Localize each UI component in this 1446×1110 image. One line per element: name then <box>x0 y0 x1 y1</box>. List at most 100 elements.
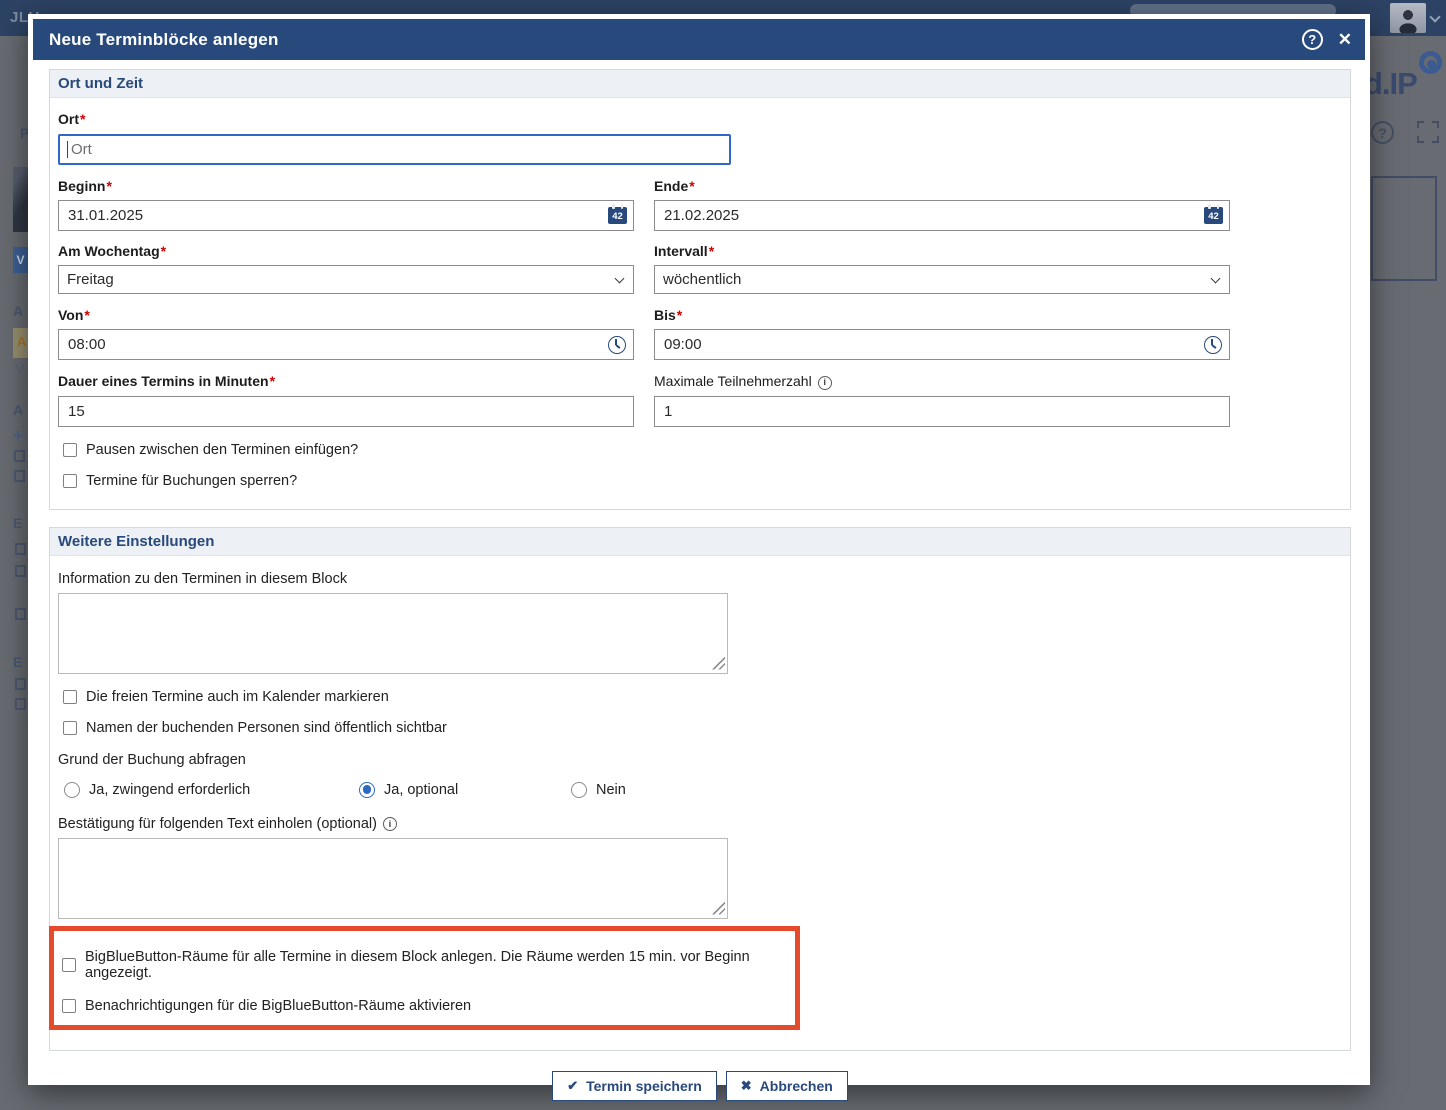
info-block-label: Information zu den Terminen in diesem Bl… <box>58 571 1342 587</box>
clock-icon[interactable] <box>608 336 626 354</box>
max-teilnehmer-field-wrap <box>654 390 1230 427</box>
bestaetigung-textarea[interactable] <box>58 838 728 919</box>
check-icon: ✔ <box>567 1079 578 1092</box>
sperren-checkbox-label: Termine für Buchungen sperren? <box>86 473 297 489</box>
studip-logo: d.IP <box>1364 66 1417 102</box>
wochentag-select[interactable]: Freitag <box>58 265 634 294</box>
bg-document-icon <box>14 470 25 482</box>
section-header: Weitere Einstellungen <box>50 528 1350 556</box>
bis-input[interactable] <box>654 329 1230 360</box>
radio-option-optional: Ja, optional <box>359 782 458 798</box>
bg-checkbox-icon <box>15 543 26 555</box>
kalender-checkbox[interactable] <box>63 690 77 704</box>
info-textarea[interactable] <box>58 593 728 674</box>
pausen-checkbox[interactable] <box>63 443 77 457</box>
ende-input[interactable] <box>654 200 1230 231</box>
close-icon[interactable]: ✕ <box>1338 31 1352 48</box>
bestaetigung-label: Bestätigung für folgenden Text einholen … <box>58 816 1342 832</box>
bestaetigung-textarea-wrap <box>58 838 728 919</box>
calendar-icon[interactable]: 42 <box>608 207 627 224</box>
dialog-header: Neue Terminblöcke anlegen ? ✕ <box>33 19 1365 60</box>
page-help-icon: ? <box>1371 121 1394 144</box>
help-icon[interactable]: ? <box>1302 29 1323 50</box>
save-button[interactable]: ✔ Termin speichern <box>552 1071 717 1101</box>
info-icon[interactable]: i <box>383 817 397 831</box>
bg-checkbox-icon <box>15 565 26 577</box>
clock-icon[interactable] <box>1204 336 1222 354</box>
von-label: Von* <box>58 307 634 323</box>
fullscreen-icon <box>1417 121 1439 143</box>
radio-option-zwingend: Ja, zwingend erforderlich <box>64 782 250 798</box>
checkbox-row-bbb-anlegen: BigBlueButton-Räume für alle Termine in … <box>62 949 777 981</box>
chevron-down-icon <box>1429 11 1440 22</box>
bg-fragment-text: A <box>13 303 23 319</box>
ort-input[interactable] <box>58 134 731 165</box>
kalender-checkbox-label: Die freien Termine auch im Kalender mark… <box>86 689 389 705</box>
intervall-select[interactable]: wöchentlich <box>654 265 1230 294</box>
max-teilnehmer-input[interactable] <box>654 396 1230 427</box>
intervall-field-wrap: wöchentlich <box>654 259 1230 294</box>
checkbox-row-pausen: Pausen zwischen den Terminen einfügen? <box>63 442 1342 458</box>
section-ort-und-zeit: Ort und Zeit Ort* Beginn* Ende* <box>49 69 1351 510</box>
bg-checkbox-icon <box>15 608 26 620</box>
dauer-field-wrap <box>58 390 634 427</box>
info-icon[interactable]: i <box>818 376 832 390</box>
von-field-wrap <box>58 323 634 360</box>
ende-label: Ende* <box>654 178 1230 194</box>
bbb-benachrichtigung-checkbox-label: Benachrichtigungen für die BigBlueButton… <box>85 998 471 1014</box>
grund-label: Grund der Buchung abfragen <box>58 752 1342 768</box>
intervall-label: Intervall* <box>654 243 1230 259</box>
sperren-checkbox[interactable] <box>63 474 77 488</box>
studip-logo-dot <box>1427 60 1436 69</box>
section-header: Ort und Zeit <box>50 70 1350 98</box>
von-input[interactable] <box>58 329 634 360</box>
wochentag-label: Am Wochentag* <box>58 243 634 259</box>
beginn-field-wrap: 42 <box>58 194 634 231</box>
text-caret <box>67 141 68 158</box>
bg-blue-button: V <box>13 247 28 273</box>
bg-checkbox-icon <box>15 678 26 690</box>
bg-plus-icon: + <box>13 426 23 446</box>
background-outline-box <box>1371 176 1437 281</box>
annotation-highlight-box: BigBlueButton-Räume für alle Termine in … <box>49 926 800 1030</box>
bg-fragment-text: A <box>13 402 23 418</box>
checkbox-row-bbb-benachrichtigung: Benachrichtigungen für die BigBlueButton… <box>62 998 777 1014</box>
beginn-input[interactable] <box>58 200 634 231</box>
bg-highlighted-row: A <box>13 328 28 358</box>
bg-fragment-text: E <box>13 515 22 531</box>
section-weitere-einstellungen: Weitere Einstellungen Information zu den… <box>49 527 1351 1051</box>
dialog-title: Neue Terminblöcke anlegen <box>49 30 279 50</box>
bbb-anlegen-checkbox-label: BigBlueButton-Räume für alle Termine in … <box>85 949 777 981</box>
avatar <box>1390 3 1426 33</box>
zwingend-radio[interactable] <box>64 782 80 798</box>
bbb-benachrichtigung-checkbox[interactable] <box>62 999 76 1013</box>
ort-label: Ort* <box>58 111 1342 127</box>
optional-radio[interactable] <box>359 782 375 798</box>
dialog-neue-terminbloecke: Neue Terminblöcke anlegen ? ✕ Ort und Ze… <box>28 14 1370 1085</box>
bg-checkbox-icon <box>15 698 26 710</box>
x-icon: ✖ <box>741 1079 752 1092</box>
bis-label: Bis* <box>654 307 1230 323</box>
checkbox-row-namen: Namen der buchenden Personen sind öffent… <box>63 720 1342 736</box>
bbb-anlegen-checkbox[interactable] <box>62 958 76 972</box>
checkbox-row-sperren: Termine für Buchungen sperren? <box>63 473 1342 489</box>
dauer-input[interactable] <box>58 396 634 427</box>
namen-checkbox[interactable] <box>63 721 77 735</box>
bg-fragment-text: E <box>13 654 22 670</box>
namen-checkbox-label: Namen der buchenden Personen sind öffent… <box>86 720 447 736</box>
dauer-label: Dauer eines Termins in Minuten* <box>58 373 634 390</box>
cancel-button[interactable]: ✖ Abbrechen <box>726 1071 848 1101</box>
max-teilnehmer-label: Maximale Teilnehmerzahli <box>654 373 1230 390</box>
dialog-body: Ort und Zeit Ort* Beginn* Ende* <box>33 60 1365 1101</box>
bg-document-icon <box>14 450 25 462</box>
nein-radio[interactable] <box>571 782 587 798</box>
grund-radio-group: Ja, zwingend erforderlich Ja, optional N… <box>58 782 1342 800</box>
bg-profile-photo <box>13 167 28 232</box>
bis-field-wrap <box>654 323 1230 360</box>
calendar-icon[interactable]: 42 <box>1204 207 1223 224</box>
required-asterisk: * <box>80 111 85 127</box>
wochentag-field-wrap: Freitag <box>58 259 634 294</box>
radio-option-nein: Nein <box>571 782 626 798</box>
dialog-footer: ✔ Termin speichern ✖ Abbrechen <box>49 1071 1351 1101</box>
info-textarea-wrap <box>58 593 728 674</box>
